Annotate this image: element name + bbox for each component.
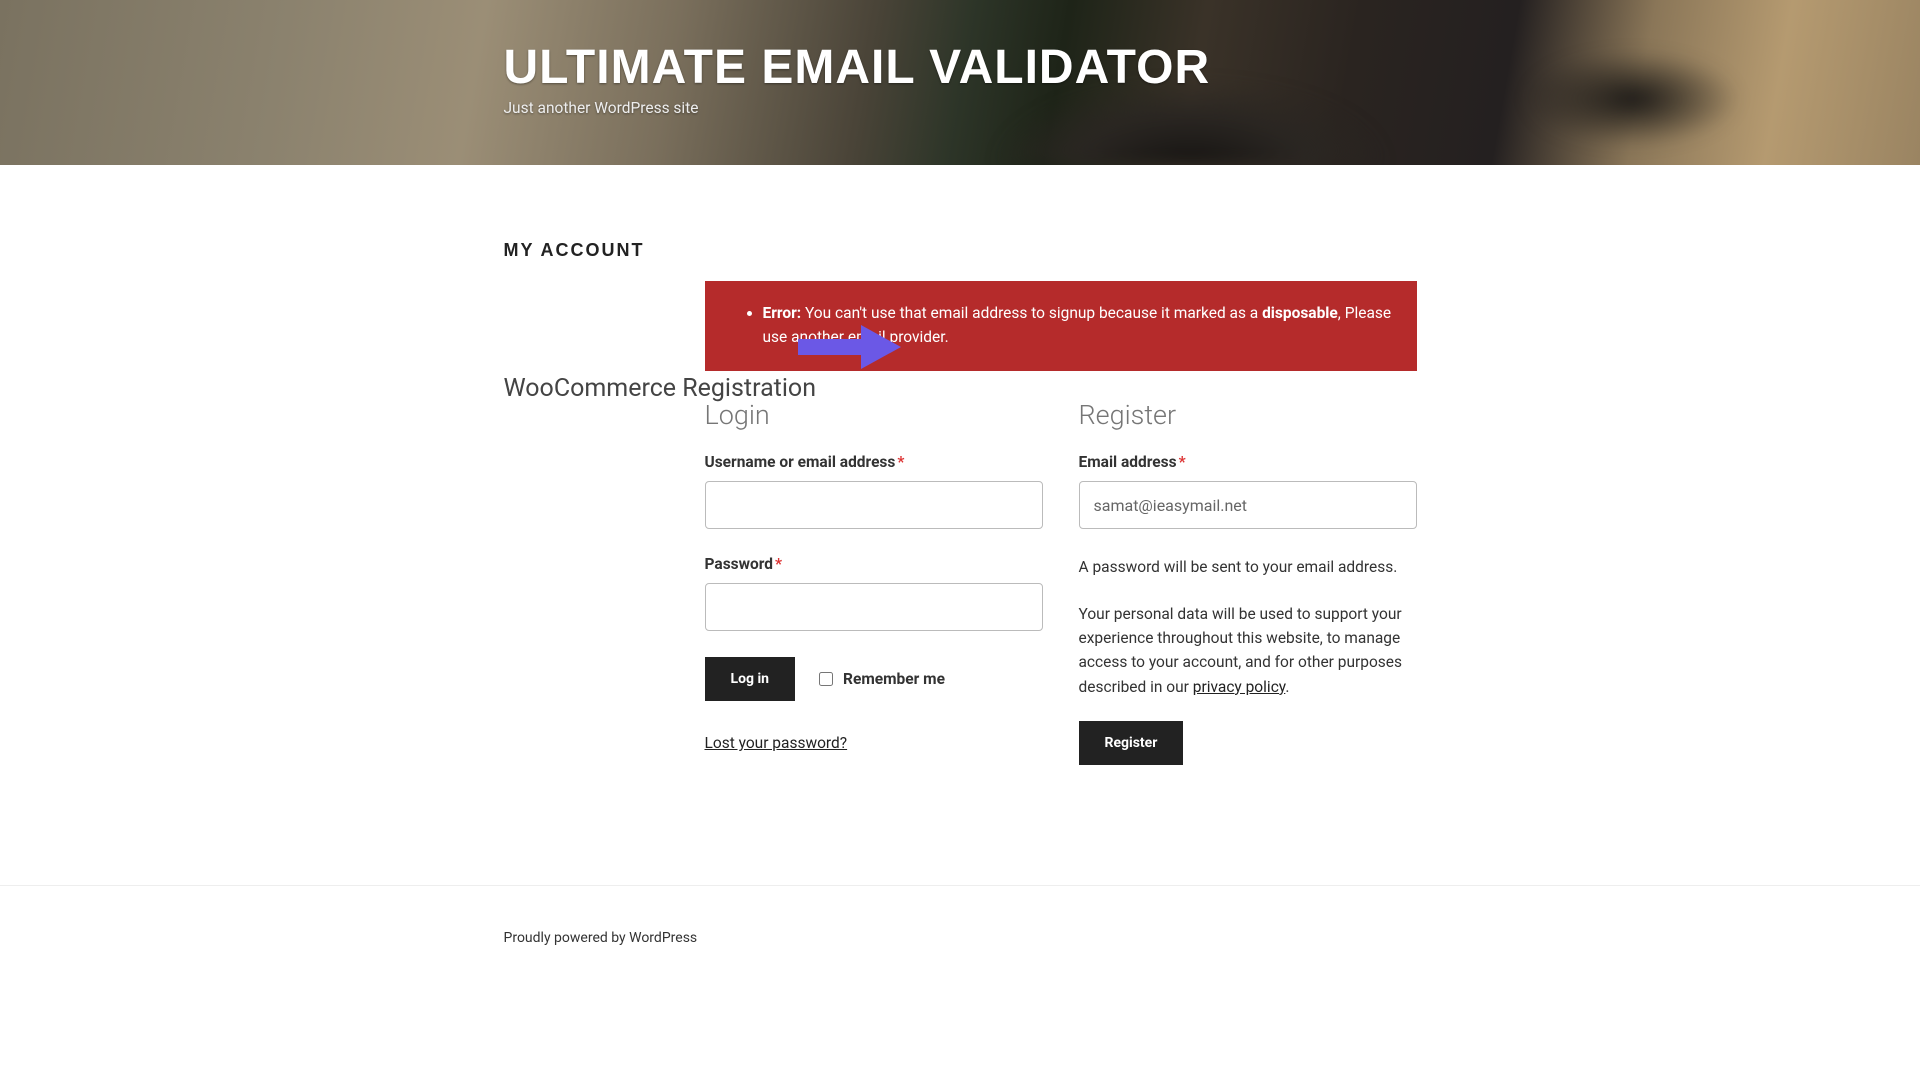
username-label: Username or email address* [705, 453, 1043, 471]
header-banner: ULTIMATE EMAIL VALIDATOR Just another Wo… [0, 0, 1920, 165]
login-heading: Login [705, 399, 1043, 431]
lost-password-link[interactable]: Lost your password? [705, 734, 848, 752]
login-button[interactable]: Log in [705, 657, 796, 701]
email-field[interactable] [1079, 481, 1417, 529]
footer-text: Proudly powered by WordPress [504, 930, 1417, 946]
email-label: Email address* [1079, 453, 1417, 471]
remember-checkbox[interactable] [819, 672, 833, 686]
site-tagline: Just another WordPress site [504, 99, 1417, 117]
password-input[interactable] [705, 583, 1043, 631]
remember-label: Remember me [843, 670, 945, 688]
annotation-label: WooCommerce Registration [504, 374, 817, 403]
register-heading: Register [1079, 399, 1417, 431]
username-input[interactable] [705, 481, 1043, 529]
login-form: Login Username or email address* Passwor… [705, 399, 1043, 765]
footer: Proudly powered by WordPress [0, 885, 1920, 990]
site-title: ULTIMATE EMAIL VALIDATOR [504, 40, 1417, 95]
page-title: MY ACCOUNT [504, 240, 1417, 261]
privacy-policy-link[interactable]: privacy policy [1193, 678, 1286, 696]
error-label: Error: [763, 304, 802, 322]
privacy-text: Your personal data will be used to suppo… [1079, 602, 1417, 700]
error-bold-word: disposable [1262, 304, 1338, 322]
password-note: A password will be sent to your email ad… [1079, 555, 1417, 579]
remember-me[interactable]: Remember me [819, 670, 945, 688]
register-button[interactable]: Register [1079, 721, 1184, 765]
register-form: Register Email address* A password will … [1079, 399, 1417, 765]
password-label: Password* [705, 555, 1043, 573]
arrow-right-icon [798, 325, 901, 369]
